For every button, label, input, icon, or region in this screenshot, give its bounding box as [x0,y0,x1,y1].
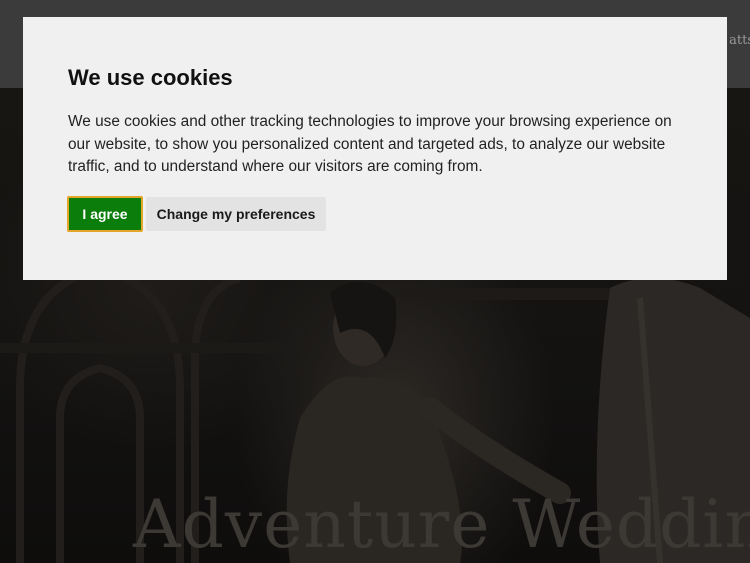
agree-button[interactable]: I agree [67,196,143,232]
hero-title: Adventure Weddings [133,486,750,563]
change-preferences-button[interactable]: Change my preferences [146,197,326,231]
cookie-dialog-title: We use cookies [68,65,233,90]
nav-link-fragment[interactable]: atts [729,33,750,48]
cookie-dialog-text: We use cookies and other tracking techno… [68,113,672,175]
cookie-consent-dialog: We use cookies We use cookies and other … [23,17,727,280]
